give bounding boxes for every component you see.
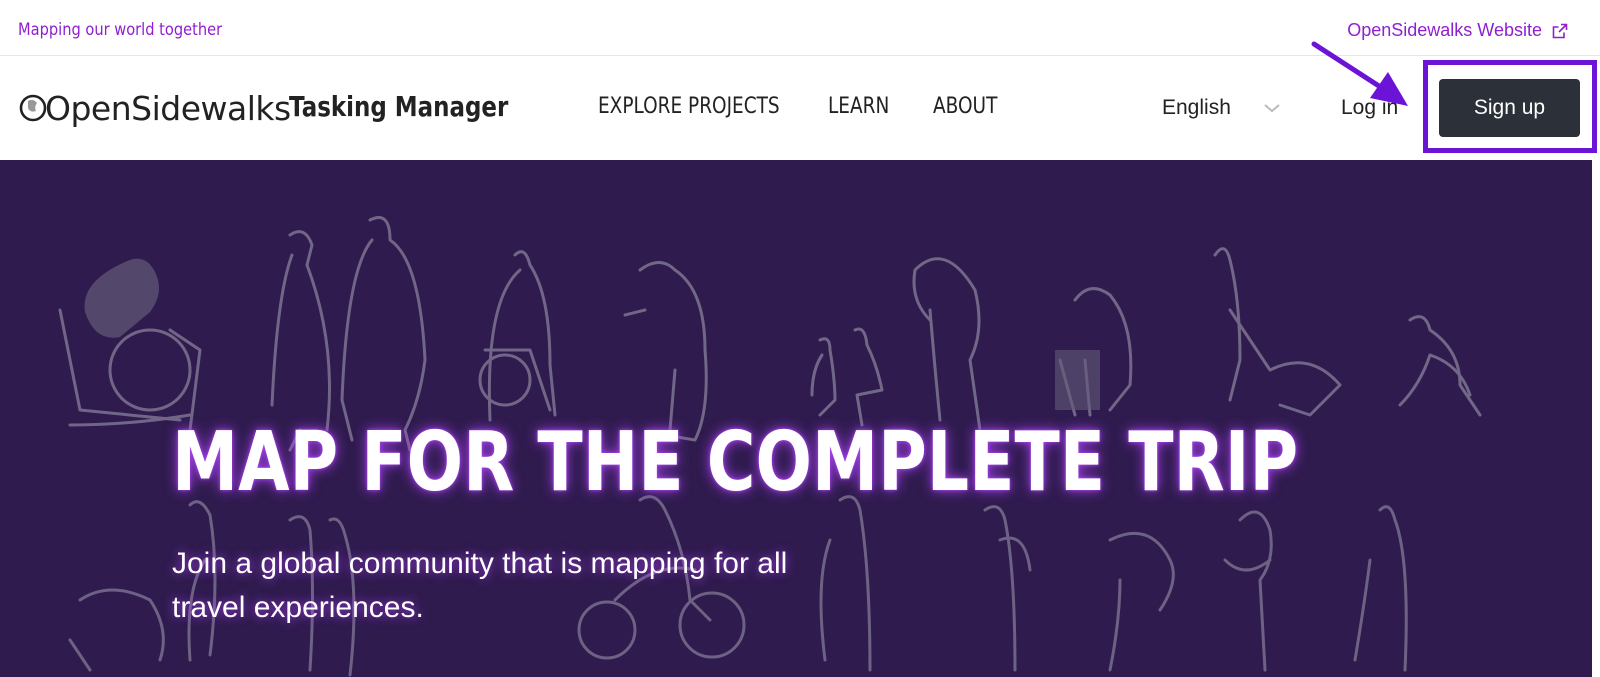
language-value: English: [1162, 96, 1231, 119]
opensidewalks-logo[interactable]: OpenSidewalks: [18, 86, 291, 130]
annotation-highlight-box: [1423, 60, 1597, 153]
nav-explore-projects[interactable]: EXPLORE PROJECTS: [598, 94, 791, 119]
chevron-down-icon: [1264, 104, 1280, 113]
primary-nav: EXPLORE PROJECTS LEARN ABOUT: [598, 94, 1033, 119]
hero-title: MAP FOR THE COMPLETE TRIP: [172, 415, 1299, 510]
external-link-icon: [1552, 23, 1568, 39]
globe-logo-icon: [19, 94, 47, 122]
logo-text: OpenSidewalks: [45, 88, 291, 128]
nav-about[interactable]: ABOUT: [933, 94, 1017, 119]
nav-learn[interactable]: LEARN: [828, 94, 916, 119]
hero-banner: MAP FOR THE COMPLETE TRIP Join a global …: [0, 160, 1592, 677]
hero-subtitle: Join a global community that is mapping …: [172, 547, 788, 624]
tagline: Mapping our world together: [18, 20, 223, 40]
language-select[interactable]: English: [1162, 96, 1281, 120]
annotation-arrow-icon: [1311, 41, 1408, 106]
app-name: Tasking Manager: [289, 90, 509, 123]
